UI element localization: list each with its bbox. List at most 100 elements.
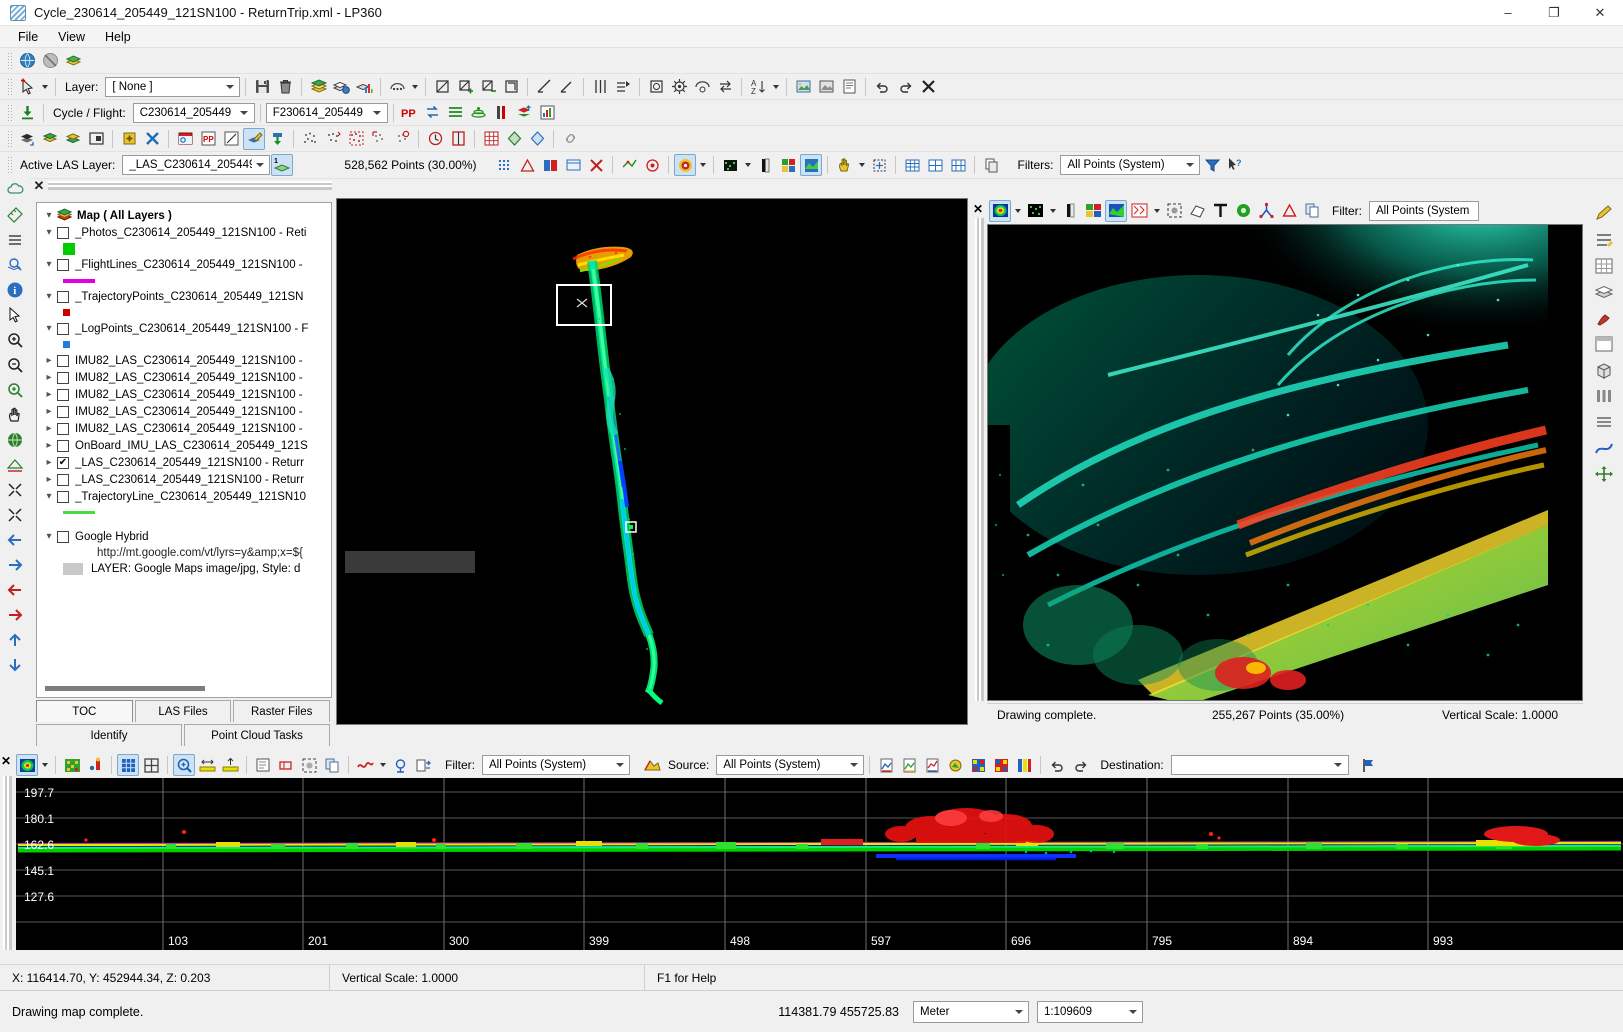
bars-icon[interactable] (491, 102, 513, 124)
prev-arrow-icon[interactable] (3, 578, 27, 602)
zoom-extent-icon[interactable] (3, 378, 27, 402)
toc-horizontal-scrollbar[interactable] (45, 686, 323, 693)
target-dropdown-caret[interactable] (697, 154, 708, 176)
noise-2-icon[interactable] (322, 128, 344, 150)
chevron-down-icon[interactable]: ▾ (41, 259, 57, 270)
table2-icon[interactable] (924, 154, 946, 176)
fit-icon[interactable] (1163, 200, 1185, 222)
axis-icon[interactable] (1255, 200, 1277, 222)
wave-red-icon[interactable] (354, 754, 376, 776)
layer-checkbox[interactable] (57, 259, 69, 271)
tree-node-trajectorypoints[interactable]: ▾ _TrajectoryPoints_C230614_205449_121SN (37, 288, 331, 305)
polygon-add-icon[interactable] (454, 76, 476, 98)
quad-view-icon[interactable] (140, 754, 162, 776)
tree-node-imu82-1[interactable]: ▸ IMU82_LAS_C230614_205449_121SN100 - (37, 352, 331, 369)
chevron-right-icon[interactable]: ▸ (41, 355, 57, 366)
select-target-icon[interactable] (641, 154, 663, 176)
sort-az-icon[interactable]: AZ (747, 76, 769, 98)
polygon-clear-icon[interactable] (500, 76, 522, 98)
tree-node-logpoints[interactable]: ▾ _LogPoints_C230614_205449_121SN100 - F (37, 320, 331, 337)
chevron-down-icon[interactable]: ▾ (41, 531, 57, 542)
flow-icon[interactable] (612, 76, 634, 98)
pattern-icon[interactable] (1128, 200, 1150, 222)
tree-node-flightlines[interactable]: ▾ _FlightLines_C230614_205449_121SN100 - (37, 256, 331, 273)
image-alt-icon[interactable] (815, 76, 837, 98)
help-pointer-icon[interactable]: ? (1224, 154, 1246, 176)
save-icon[interactable] (251, 76, 273, 98)
list-lines-icon[interactable] (3, 228, 27, 252)
extent-icon[interactable] (275, 754, 297, 776)
tree-node-trajectoryline[interactable]: ▾ _TrajectoryLine_C230614_205449_121SN10 (37, 488, 331, 505)
class-colors-icon[interactable] (1024, 200, 1046, 222)
tree-node-las-active[interactable]: ▸ ✔ _LAS_C230614_205449_121SN100 - Retur… (37, 454, 331, 471)
undo-icon[interactable] (871, 76, 893, 98)
layer-checkbox[interactable] (57, 227, 69, 239)
grid-points-icon[interactable] (493, 154, 515, 176)
measure-icon[interactable] (1186, 200, 1208, 222)
tree-node-photos[interactable]: ▾ _Photos_C230614_205449_121SN100 - Reti (37, 224, 331, 241)
layer-add-icon[interactable] (307, 76, 329, 98)
expand-icon[interactable] (3, 503, 27, 527)
display-icon[interactable] (562, 154, 584, 176)
units-select[interactable]: Meter (913, 1001, 1029, 1023)
tree-node-imu82-5[interactable]: ▸ IMU82_LAS_C230614_205449_121SN100 - (37, 420, 331, 437)
class-grid-1-icon[interactable] (967, 754, 989, 776)
layer-group-icon[interactable] (330, 76, 352, 98)
tab-toc[interactable]: TOC (36, 700, 133, 722)
pointer-add-icon[interactable] (16, 76, 38, 98)
undo-icon[interactable] (1046, 754, 1068, 776)
report-icon[interactable] (838, 76, 860, 98)
terrain-icon[interactable] (1105, 200, 1127, 222)
noise-5-icon[interactable] (391, 128, 413, 150)
export-profile-icon[interactable] (412, 754, 434, 776)
noise-1-icon[interactable] (299, 128, 321, 150)
layer-checkbox[interactable] (57, 406, 69, 418)
curve-icon[interactable] (1591, 436, 1617, 460)
chevron-down-icon[interactable]: ▾ (41, 323, 57, 334)
tree-node-imu82-3[interactable]: ▸ IMU82_LAS_C230614_205449_121SN100 - (37, 386, 331, 403)
chevron-right-icon[interactable]: ▸ (41, 440, 57, 451)
source-icon[interactable] (641, 754, 663, 776)
class-bars-icon[interactable] (1013, 754, 1035, 776)
line-edit-icon[interactable] (533, 76, 555, 98)
flag-icon[interactable] (1358, 754, 1380, 776)
box-icon[interactable] (1591, 358, 1617, 382)
wave-dropdown-caret[interactable] (377, 754, 388, 776)
next-arrow-icon[interactable] (3, 603, 27, 627)
class-colors-icon[interactable] (61, 754, 83, 776)
class-tool-2-icon[interactable] (898, 754, 920, 776)
color-ramp-icon[interactable] (539, 154, 561, 176)
copy-icon[interactable] (321, 754, 343, 776)
view3d-drag-grip[interactable] (975, 218, 984, 701)
menu-item-file[interactable]: File (8, 28, 48, 46)
grid-blue-icon[interactable] (117, 754, 139, 776)
table3-icon[interactable] (947, 154, 969, 176)
down-arrow-icon[interactable] (3, 653, 27, 677)
toc-drag-grip[interactable] (48, 181, 332, 190)
tools-cross-icon[interactable] (141, 128, 163, 150)
toolbar-grip[interactable] (7, 156, 12, 174)
measure-area-icon[interactable] (3, 453, 27, 477)
pointer-icon[interactable] (3, 303, 27, 327)
class-tool-1-icon[interactable] (875, 754, 897, 776)
toolbar-grip[interactable] (7, 78, 12, 96)
chevron-right-icon[interactable]: ▸ (41, 389, 57, 400)
layer-checkbox[interactable] (57, 355, 69, 367)
point-marker-icon[interactable] (84, 754, 106, 776)
scrollbar-thumb[interactable] (45, 686, 205, 691)
layers-stack-icon[interactable] (16, 128, 38, 150)
copy-icon[interactable] (1301, 200, 1323, 222)
layer-checkbox[interactable] (57, 440, 69, 452)
layer-checkbox[interactable] (57, 474, 69, 486)
chevron-down-icon[interactable]: ▾ (41, 491, 57, 502)
tree-node-onboard-imu[interactable]: ▸ OnBoard_IMU_LAS_C230614_205449_121S (37, 437, 331, 454)
window-tool-icon[interactable] (252, 754, 274, 776)
chevron-down-icon[interactable]: ▾ (41, 291, 57, 302)
settings-gear-icon[interactable] (668, 76, 690, 98)
scale-select[interactable]: 1:109609 (1037, 1001, 1143, 1023)
chevron-right-icon[interactable]: ▸ (41, 474, 57, 485)
maximize-button[interactable]: ❐ (1531, 0, 1577, 26)
layer-checkbox[interactable] (57, 323, 69, 335)
menu-item-help[interactable]: Help (95, 28, 141, 46)
layers-yellow-icon[interactable] (62, 50, 84, 72)
